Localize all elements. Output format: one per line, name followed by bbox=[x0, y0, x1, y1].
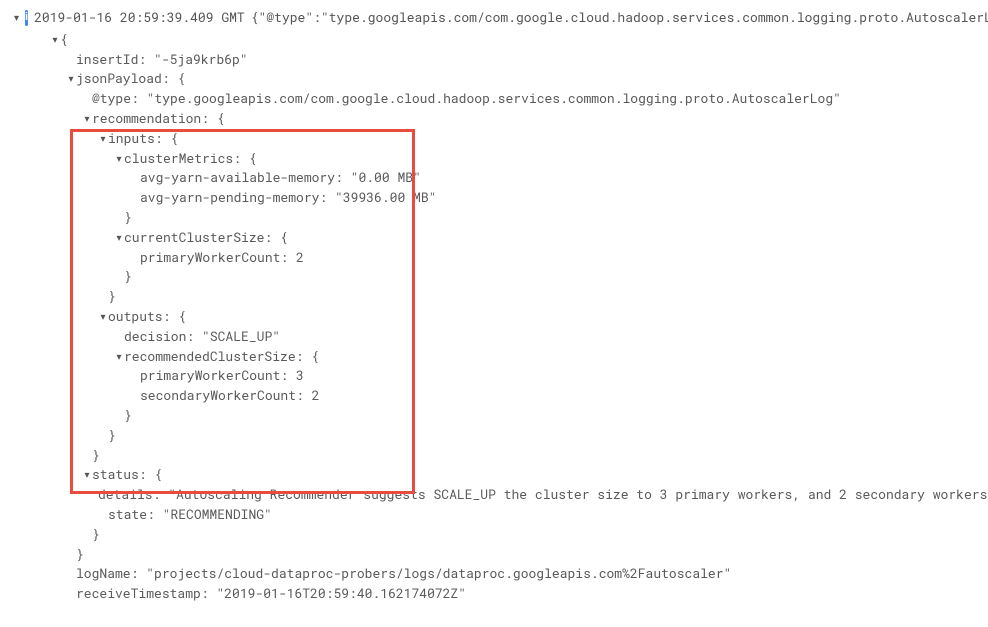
expand-caret[interactable] bbox=[114, 347, 124, 367]
val-attype: "type.googleapis.com/com.google.cloud.ha… bbox=[147, 89, 841, 109]
val-rec-primary: 3 bbox=[296, 366, 304, 386]
key-recommendedClusterSize[interactable]: recommendedClusterSize: bbox=[124, 347, 303, 367]
brace-close: } bbox=[124, 406, 132, 426]
brace-close: } bbox=[92, 446, 100, 466]
brace-open: { bbox=[60, 30, 68, 50]
val-rec-secondary: 2 bbox=[312, 386, 320, 406]
val-insertId: "-5ja9krb6p" bbox=[154, 50, 248, 70]
key-status[interactable]: status: bbox=[92, 465, 147, 485]
key-attype[interactable]: @type: bbox=[92, 89, 139, 109]
key-insertId[interactable]: insertId: bbox=[76, 50, 146, 70]
key-avg-avail[interactable]: avg-yarn-available-memory: bbox=[140, 168, 343, 188]
brace-close: } bbox=[108, 426, 116, 446]
val-primaryWorkerCount: 2 bbox=[296, 248, 304, 268]
info-icon: i bbox=[25, 10, 28, 26]
expand-caret[interactable] bbox=[66, 69, 76, 89]
log-timestamp: 2019-01-16 20:59:39.409 GMT bbox=[34, 8, 245, 28]
brace-open: { bbox=[154, 465, 162, 485]
key-outputs[interactable]: outputs: bbox=[108, 307, 170, 327]
key-inputs[interactable]: inputs: bbox=[108, 129, 163, 149]
key-avg-pend[interactable]: avg-yarn-pending-memory: bbox=[140, 188, 327, 208]
val-avg-avail: "0.00 MB" bbox=[351, 168, 421, 188]
log-summary: {"@type":"type.googleapis.com/com.google… bbox=[251, 8, 988, 28]
key-decision[interactable]: decision: bbox=[124, 327, 194, 347]
brace-close: } bbox=[108, 287, 116, 307]
brace-close: } bbox=[124, 267, 132, 287]
val-decision: "SCALE_UP" bbox=[202, 327, 280, 347]
brace-open: { bbox=[178, 307, 186, 327]
brace-close: } bbox=[76, 545, 84, 565]
val-details: "Autoscaling Recommender suggests SCALE_… bbox=[168, 485, 988, 505]
brace-open: { bbox=[217, 109, 225, 129]
expand-caret[interactable] bbox=[50, 30, 60, 50]
key-rec-primary[interactable]: primaryWorkerCount: bbox=[140, 366, 288, 386]
expand-caret[interactable] bbox=[98, 307, 108, 327]
expand-caret[interactable] bbox=[114, 149, 124, 169]
expand-caret[interactable] bbox=[114, 228, 124, 248]
brace-open: { bbox=[280, 228, 288, 248]
expand-caret[interactable] bbox=[98, 129, 108, 149]
key-details[interactable]: details: bbox=[98, 485, 160, 505]
key-rec-secondary[interactable]: secondaryWorkerCount: bbox=[140, 386, 304, 406]
expand-caret[interactable] bbox=[14, 8, 19, 28]
val-avg-pend: "39936.00 MB" bbox=[335, 188, 436, 208]
key-receiveTimestamp[interactable]: receiveTimestamp: bbox=[76, 584, 209, 604]
log-header[interactable]: i 2019-01-16 20:59:39.409 GMT {"@type":"… bbox=[14, 8, 974, 28]
key-currentClusterSize[interactable]: currentClusterSize: bbox=[124, 228, 272, 248]
brace-close: } bbox=[92, 525, 100, 545]
val-logName: "projects/cloud-dataproc-probers/logs/da… bbox=[146, 564, 731, 584]
expand-caret[interactable] bbox=[82, 465, 92, 485]
val-receiveTimestamp: "2019-01-16T20:59:40.162174072Z" bbox=[216, 584, 466, 604]
brace-close: } bbox=[124, 208, 132, 228]
key-recommendation[interactable]: recommendation: bbox=[92, 109, 209, 129]
val-state: "RECOMMENDING" bbox=[163, 505, 272, 525]
key-jsonPayload[interactable]: jsonPayload: bbox=[76, 69, 170, 89]
key-logName[interactable]: logName: bbox=[76, 564, 138, 584]
key-primaryWorkerCount[interactable]: primaryWorkerCount: bbox=[140, 248, 288, 268]
brace-open: { bbox=[249, 149, 257, 169]
json-tree: { insertId: "-5ja9krb6p" jsonPayload: { … bbox=[14, 30, 974, 604]
key-clusterMetrics[interactable]: clusterMetrics: bbox=[124, 149, 241, 169]
brace-open: { bbox=[177, 69, 185, 89]
log-entry: i 2019-01-16 20:59:39.409 GMT {"@type":"… bbox=[14, 8, 974, 604]
brace-open: { bbox=[311, 347, 319, 367]
key-state[interactable]: state: bbox=[108, 505, 155, 525]
brace-open: { bbox=[170, 129, 178, 149]
expand-caret[interactable] bbox=[82, 109, 92, 129]
